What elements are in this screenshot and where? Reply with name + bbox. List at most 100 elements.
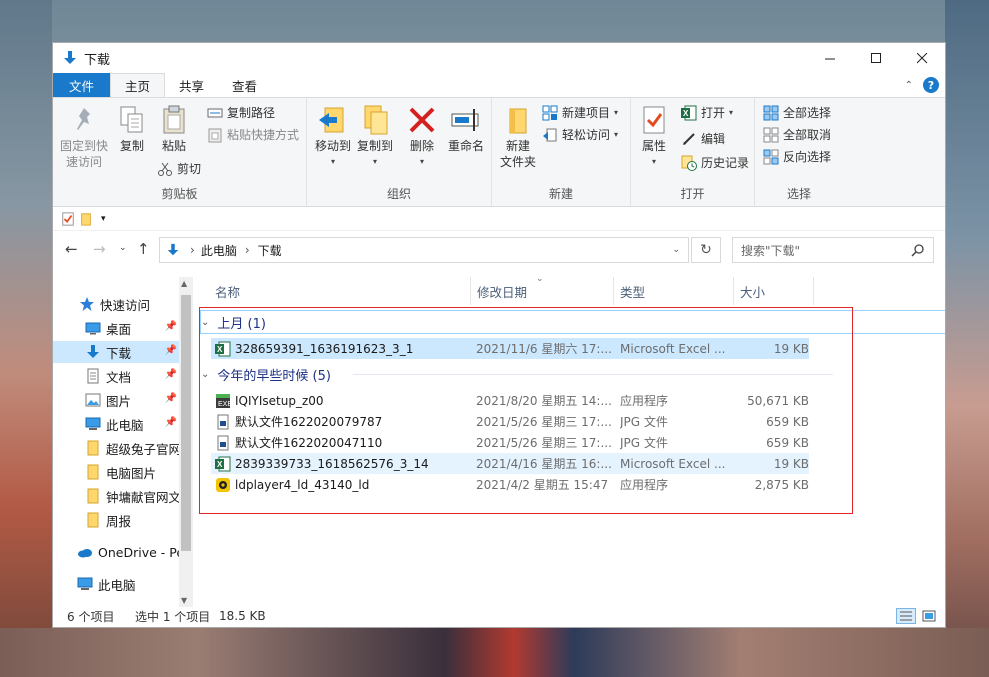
pin-icon[interactable]: 📌 (165, 321, 177, 332)
cut-button[interactable]: 剪切 (157, 160, 201, 177)
select-none-button[interactable]: 全部取消 (763, 126, 831, 143)
ribbon-collapse-icon[interactable]: ⌃ (905, 80, 913, 91)
clipboard-group: 固定到快 速访问 复制 粘贴 复制路径 粘贴快捷方式 剪切 剪贴板 (53, 98, 307, 206)
history-button[interactable]: 历史记录 (681, 154, 749, 171)
tab-file[interactable]: 文件 (53, 73, 110, 97)
file-row[interactable]: EXE IQIYIsetup_z00 2021/8/20 星期五 14:... … (211, 390, 809, 411)
tab-share[interactable]: 共享 (165, 73, 218, 97)
image-file-icon (217, 435, 229, 450)
nav-item-pictures[interactable]: 图片 📌 (53, 389, 179, 411)
back-arrow-icon[interactable]: ← (65, 240, 78, 258)
pin-quick-access-button[interactable]: 固定到快 速访问 (59, 104, 109, 170)
quick-access-toolbar: ▾ (53, 207, 945, 231)
delete-button[interactable]: 删除 ▾ (405, 104, 439, 170)
minimize-button[interactable] (807, 43, 853, 73)
details-view-button[interactable] (896, 608, 916, 624)
minimize-icon (824, 58, 835, 59)
breadcrumb-this-pc[interactable]: 此电脑 (201, 242, 237, 259)
svg-text:X: X (217, 460, 223, 469)
invert-selection-button[interactable]: 反向选择 (763, 148, 831, 165)
copy-path-icon (207, 108, 223, 117)
tab-home[interactable]: 主页 (110, 73, 166, 97)
select-all-icon (763, 105, 779, 120)
properties-check-icon[interactable] (61, 211, 75, 226)
edit-button[interactable]: 编辑 (681, 130, 725, 147)
group-header-last-month[interactable]: ⌄ 上月 (1) (200, 310, 945, 334)
open-group: 属性 ▾ X 打开 ▾ 编辑 历史记录 打开 (631, 98, 755, 206)
move-to-button[interactable]: 移动到 ▾ (313, 104, 353, 170)
search-placeholder: 搜索"下载" (741, 243, 801, 258)
copy-button[interactable]: 复制 (115, 104, 149, 154)
search-icon (911, 244, 924, 257)
scroll-up-icon[interactable]: ▲ (181, 279, 187, 288)
scroll-down-icon[interactable]: ▼ (181, 596, 187, 605)
search-input[interactable]: 搜索"下载" (732, 237, 934, 263)
new-folder-icon[interactable] (79, 212, 93, 226)
tab-view[interactable]: 查看 (218, 73, 271, 97)
file-row[interactable]: 默认文件1622020079787 2021/5/26 星期三 17:... J… (211, 411, 809, 432)
nav-item-this-pc-pinned[interactable]: 此电脑 📌 (53, 413, 179, 435)
refresh-button[interactable]: ↻ (691, 237, 721, 263)
paste-button[interactable]: 粘贴 (157, 104, 191, 154)
desktop-icon (85, 322, 101, 335)
pin-icon[interactable]: 📌 (165, 369, 177, 380)
easy-access-icon (543, 128, 557, 141)
breadcrumb-downloads[interactable]: 下载 (258, 242, 282, 259)
column-header-type[interactable]: 类型 (614, 277, 734, 305)
nav-item-folder[interactable]: 钟墉献官网文 (53, 485, 179, 507)
paste-shortcut-button[interactable]: 粘贴快捷方式 (207, 126, 299, 143)
address-dropdown-icon[interactable]: ⌄ (672, 245, 680, 255)
help-icon[interactable]: ? (923, 77, 939, 93)
nav-scroll-thumb[interactable] (181, 295, 191, 551)
qat-dropdown-icon[interactable]: ▾ (101, 214, 106, 224)
folder-icon (87, 488, 99, 504)
up-arrow-icon[interactable]: ↑ (137, 240, 150, 258)
open-button[interactable]: X 打开 ▾ (681, 104, 733, 121)
group-header-earlier-this-year[interactable]: ⌄ 今年的早些时候 (5) (201, 363, 331, 385)
file-row[interactable]: X 2839339733_1618562576_3_14 2021/4/16 星… (211, 453, 809, 474)
select-all-button[interactable]: 全部选择 (763, 104, 831, 121)
title-bar: 下载 (53, 43, 945, 73)
file-row[interactable]: ldplayer4_ld_43140_ld 2021/4/2 星期五 15:47… (211, 474, 809, 495)
nav-scrollbar[interactable]: ▲ ▼ (179, 277, 193, 607)
nav-item-onedrive[interactable]: OneDrive - Pe (53, 541, 179, 563)
pin-icon[interactable]: 📌 (165, 345, 177, 356)
pin-icon[interactable]: 📌 (165, 417, 177, 428)
group-collapse-icon[interactable]: ⌄ (201, 369, 209, 380)
open-group-label: 打开 (680, 187, 705, 201)
recent-locations-icon[interactable]: ⌄ (119, 243, 127, 253)
properties-button[interactable]: 属性 ▾ (637, 104, 671, 170)
new-item-button[interactable]: 新建项目 ▾ (542, 104, 618, 121)
nav-item-folder[interactable]: 超级兔子官网 (53, 437, 179, 459)
group-collapse-icon[interactable]: ⌄ (201, 317, 209, 328)
column-header-name[interactable]: 名称 (209, 277, 471, 305)
new-folder-button[interactable]: 新建 文件夹 (496, 104, 540, 170)
close-button[interactable] (899, 43, 945, 73)
copy-path-button[interactable]: 复制路径 (207, 104, 275, 121)
rename-button[interactable]: 重命名 (445, 104, 487, 154)
nav-item-folder[interactable]: 电脑图片 (53, 461, 179, 483)
selected-count: 选中 1 个项目 (135, 609, 211, 624)
copy-to-button[interactable]: 复制到 ▾ (355, 104, 395, 170)
svg-text:EXE: EXE (218, 401, 231, 408)
nav-item-desktop[interactable]: 桌面 📌 (53, 317, 179, 339)
image-file-icon (217, 414, 229, 429)
edit-pencil-icon (683, 132, 695, 145)
address-bar[interactable]: › 此电脑 › 下载 ⌄ (159, 237, 689, 263)
large-icons-view-button[interactable] (919, 608, 939, 624)
column-header-size[interactable]: 大小 (734, 277, 814, 305)
new-group-label: 新建 (548, 187, 573, 201)
nav-item-folder[interactable]: 周报 (53, 509, 179, 531)
easy-access-button[interactable]: 轻松访问 ▾ (542, 126, 618, 143)
maximize-icon (870, 52, 881, 63)
nav-item-quick-access[interactable]: 快速访问 (53, 293, 179, 315)
maximize-button[interactable] (853, 43, 899, 73)
file-row[interactable]: 默认文件1622020047110 2021/5/26 星期三 17:... J… (211, 432, 809, 453)
nav-item-documents[interactable]: 文档 📌 (53, 365, 179, 387)
file-row[interactable]: X 328659391_1636191623_3_1 2021/11/6 星期六… (211, 338, 809, 359)
nav-item-this-pc[interactable]: 此电脑 (53, 573, 179, 595)
nav-item-downloads[interactable]: 下载 📌 (53, 341, 179, 363)
item-count: 6 个项目 (67, 609, 115, 624)
forward-arrow-icon[interactable]: → (93, 240, 106, 258)
pin-icon[interactable]: 📌 (165, 393, 177, 404)
